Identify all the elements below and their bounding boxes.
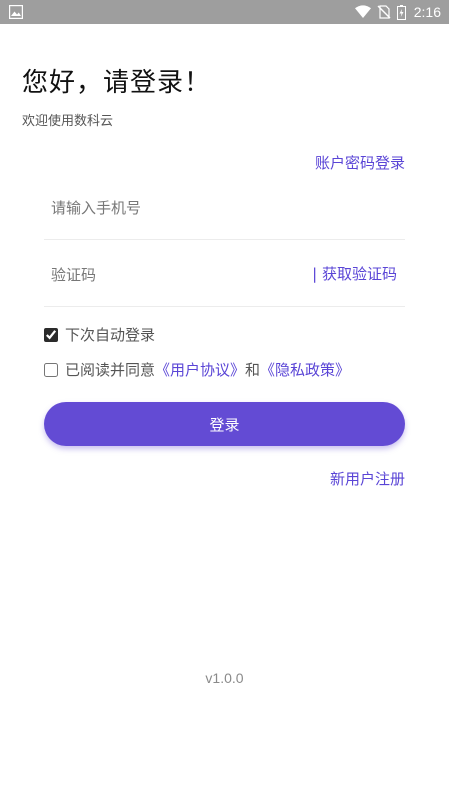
remember-checkbox[interactable] [44, 327, 58, 342]
status-bar: 2:16 [0, 0, 449, 24]
phone-input[interactable] [49, 174, 293, 241]
agreement-text: 已阅读并同意《用户协议》和《隐私政策》 [65, 359, 350, 380]
code-input[interactable] [49, 241, 293, 308]
version-label: v1.0.0 [205, 670, 244, 686]
battery-icon [396, 4, 406, 20]
agreement-prefix: 已阅读并同意 [65, 361, 156, 379]
phone-field [44, 174, 405, 241]
image-icon [9, 5, 23, 19]
agreement-and: 和 [245, 361, 261, 379]
user-agreement-link[interactable]: 《用户协议》 [155, 361, 245, 379]
agreement-row: 已阅读并同意《用户协议》和《隐私政策》 [44, 359, 350, 380]
remember-label[interactable]: 下次自动登录 [65, 324, 155, 345]
wifi-icon [354, 5, 371, 18]
login-button[interactable]: 登录 [44, 402, 405, 446]
remember-login-row: 下次自动登录 [44, 324, 155, 345]
agreement-checkbox[interactable] [44, 362, 58, 377]
get-code-button[interactable]: | 获取验证码 [312, 241, 397, 306]
no-sim-icon [377, 5, 391, 19]
status-time: 2:16 [413, 4, 441, 20]
password-login-link[interactable]: 账户密码登录 [315, 152, 405, 173]
privacy-policy-link[interactable]: 《隐私政策》 [260, 361, 350, 379]
page-title: 您好，请登录！ [22, 68, 212, 98]
welcome-text: 欢迎使用数科云 [22, 114, 114, 129]
code-field: | 获取验证码 [44, 241, 405, 308]
register-link[interactable]: 新用户注册 [330, 468, 405, 489]
